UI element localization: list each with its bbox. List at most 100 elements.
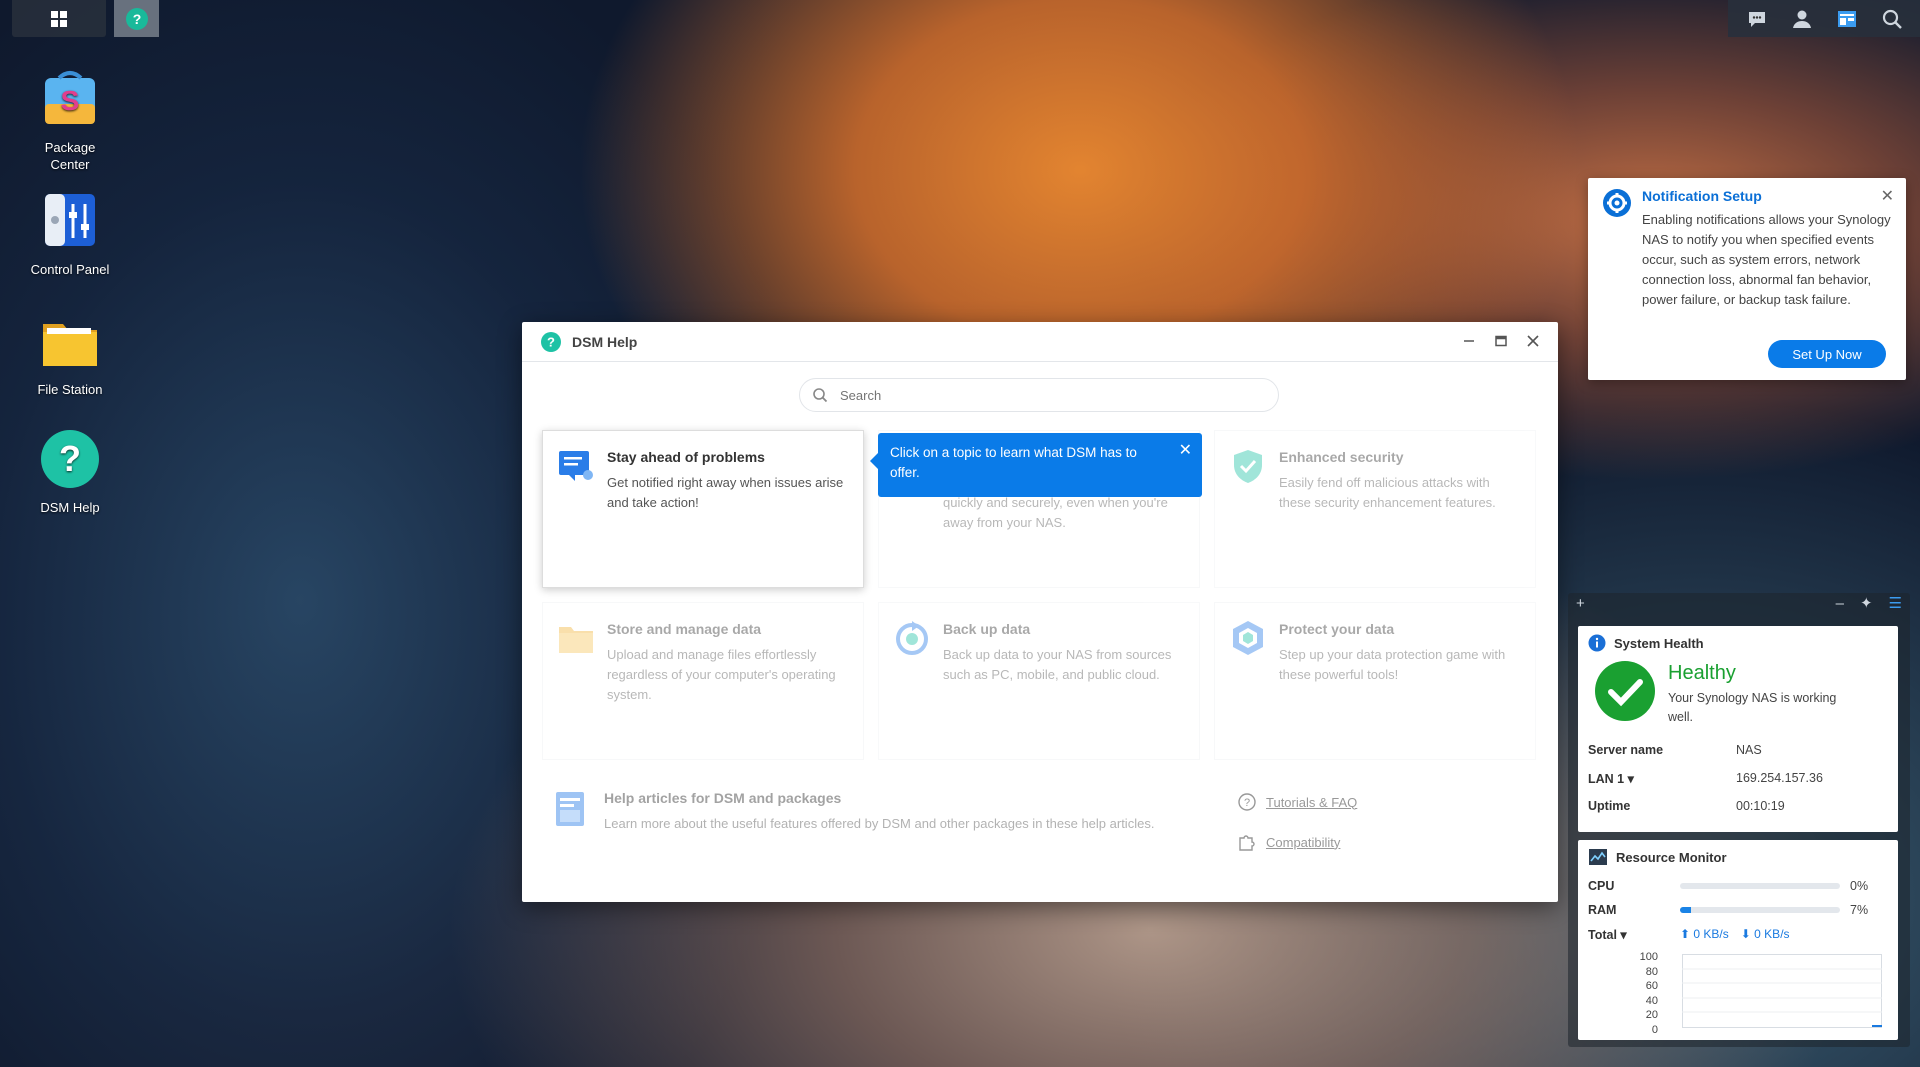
control-panel-icon — [45, 194, 95, 246]
svg-text:?: ? — [1244, 797, 1250, 809]
link-label: Compatibility — [1266, 834, 1341, 850]
cpu-row: CPU 0% — [1578, 874, 1898, 898]
card-title: Store and manage data — [607, 621, 762, 637]
book-icon — [556, 792, 584, 826]
help-links: ? Tutorials & FAQ Compatibility — [1238, 792, 1357, 872]
uptime-row: Uptime 00:10:19 — [1578, 792, 1898, 820]
main-menu-button[interactable] — [12, 0, 106, 37]
desktop-item-label: Center — [50, 157, 90, 172]
hexagon-shield-icon — [1233, 621, 1263, 655]
card-description: Upload and manage files effortlessly reg… — [607, 647, 836, 702]
card-back-up[interactable]: Back up data Back up data to your NAS fr… — [878, 602, 1200, 760]
ram-row: RAM 7% — [1578, 898, 1898, 922]
card-description: Step up your data protection game with t… — [1279, 647, 1506, 682]
minimize-icon — [1464, 340, 1474, 342]
cpu-percent: 0% — [1850, 879, 1869, 893]
maximize-button[interactable] — [1492, 332, 1510, 350]
help-circle-icon: ? — [125, 7, 148, 30]
widget-panel: + – ✦ ☰ System Health Healthy Your Synol… — [1568, 593, 1910, 1047]
ram-percent: 7% — [1850, 903, 1869, 917]
y-tick: 40 — [1645, 994, 1658, 1007]
desktop-item-label: Package — [44, 140, 96, 155]
cpu-label: CPU — [1588, 879, 1615, 893]
close-icon — [1527, 335, 1539, 347]
link-label: Tutorials & FAQ — [1266, 794, 1358, 810]
search-icon — [813, 388, 828, 403]
pin-icon[interactable]: ✦ — [1860, 594, 1873, 612]
health-status: Healthy Your Synology NAS is working wel… — [1578, 660, 1898, 736]
user-icon[interactable] — [1789, 6, 1815, 32]
notification-body: Enabling notifications allows your Synol… — [1642, 212, 1891, 307]
notification-close-icon[interactable]: ✕ — [1881, 186, 1894, 206]
maximize-icon — [1495, 335, 1507, 347]
desktop-control-panel[interactable]: Control Panel — [10, 190, 130, 278]
help-search-box[interactable] — [799, 378, 1279, 412]
y-tick: 100 — [1639, 951, 1658, 963]
download-rate: ⬇ 0 KB/s — [1741, 927, 1790, 941]
card-enhanced-security[interactable]: Enhanced security Easily fend off malici… — [1214, 430, 1536, 588]
tooltip-close-icon[interactable]: ✕ — [1179, 441, 1192, 461]
row-key: Uptime — [1588, 799, 1631, 813]
card-stay-ahead[interactable]: Stay ahead of problems Get notified righ… — [542, 430, 864, 588]
card-store-manage[interactable]: Store and manage data Upload and manage … — [542, 602, 864, 760]
chat-icon[interactable] — [1744, 6, 1770, 32]
articles-description: Learn more about the useful features off… — [604, 816, 1155, 831]
taskbar-dsm-help-button[interactable]: ? — [114, 0, 159, 37]
upload-arrow-icon: ⬆ — [1680, 927, 1691, 941]
grid-icon — [51, 10, 67, 27]
help-articles-section[interactable]: Help articles for DSM and packages Learn… — [540, 790, 1200, 834]
widgets-icon[interactable] — [1834, 6, 1860, 32]
card-title: Enhanced security — [1279, 449, 1404, 465]
shield-check-icon — [1234, 450, 1262, 483]
card-description: Easily fend off malicious attacks with t… — [1279, 475, 1496, 510]
row-value: NAS — [1736, 743, 1762, 757]
cpu-usage-bar — [1680, 883, 1840, 889]
dsm-help-window: ? DSM Help Stay ahead of problems Get no… — [522, 322, 1558, 902]
taskbar: ? — [0, 0, 1920, 37]
window-titlebar[interactable]: ? DSM Help — [522, 322, 1558, 362]
minimize-button[interactable] — [1460, 332, 1478, 350]
compatibility-link[interactable]: Compatibility — [1238, 832, 1357, 852]
row-value: 00:10:19 — [1736, 799, 1785, 813]
window-title: DSM Help — [572, 333, 638, 350]
set-up-now-button[interactable]: Set Up Now — [1768, 340, 1886, 368]
widget-menu-icon[interactable]: ☰ — [1889, 594, 1902, 612]
gear-icon — [1603, 189, 1631, 217]
lan-row: LAN 1 ▾ 169.254.157.36 — [1578, 764, 1898, 792]
widget-title: System Health — [1614, 635, 1704, 651]
svg-text:S: S — [61, 85, 80, 116]
health-status-description: Your Synology NAS is working well. — [1668, 691, 1837, 724]
notification-setup-popup: Notification Setup Enabling notification… — [1588, 178, 1906, 380]
tutorials-faq-link[interactable]: ? Tutorials & FAQ — [1238, 792, 1357, 812]
desktop-file-station[interactable]: File Station — [10, 310, 130, 398]
desktop-item-label: DSM Help — [40, 500, 100, 515]
checkmark-circle-icon — [1595, 661, 1655, 721]
network-total-dropdown[interactable]: Total ▾ — [1578, 927, 1680, 942]
card-description: Get notified right away when issues aris… — [607, 475, 844, 510]
network-chart: 100 80 60 40 20 0 — [1578, 950, 1898, 1036]
desktop-dsm-help[interactable]: ? DSM Help — [10, 428, 130, 516]
help-circle-icon: ? — [541, 331, 561, 352]
search-input[interactable] — [838, 386, 1262, 404]
card-description: quickly and securely, even when you're a… — [943, 495, 1168, 530]
close-button[interactable] — [1524, 332, 1542, 350]
notification-message-icon — [559, 451, 593, 481]
search-icon[interactable] — [1879, 6, 1905, 32]
card-description: Back up data to your NAS from sources su… — [943, 647, 1172, 682]
lan-dropdown[interactable]: LAN 1 ▾ — [1578, 771, 1736, 786]
desktop-package-center[interactable]: S Package Center — [10, 68, 130, 173]
ram-usage-bar — [1680, 907, 1840, 913]
card-protect-data[interactable]: Protect your data Step up your data prot… — [1214, 602, 1536, 760]
package-center-icon: S — [45, 71, 95, 124]
card-title: Back up data — [943, 621, 1031, 637]
svg-text:?: ? — [547, 334, 555, 349]
taskbar-tray — [1728, 0, 1920, 37]
widget-title: Resource Monitor — [1616, 849, 1727, 865]
y-tick: 20 — [1645, 1009, 1658, 1021]
upload-rate: ⬆ 0 KB/s — [1680, 927, 1729, 941]
add-widget-icon[interactable]: + — [1576, 595, 1585, 612]
minimize-widget-icon[interactable]: – — [1836, 595, 1844, 612]
download-rate-value: 0 KB/s — [1754, 927, 1790, 941]
file-station-icon — [43, 324, 97, 366]
svg-text:?: ? — [132, 11, 141, 27]
